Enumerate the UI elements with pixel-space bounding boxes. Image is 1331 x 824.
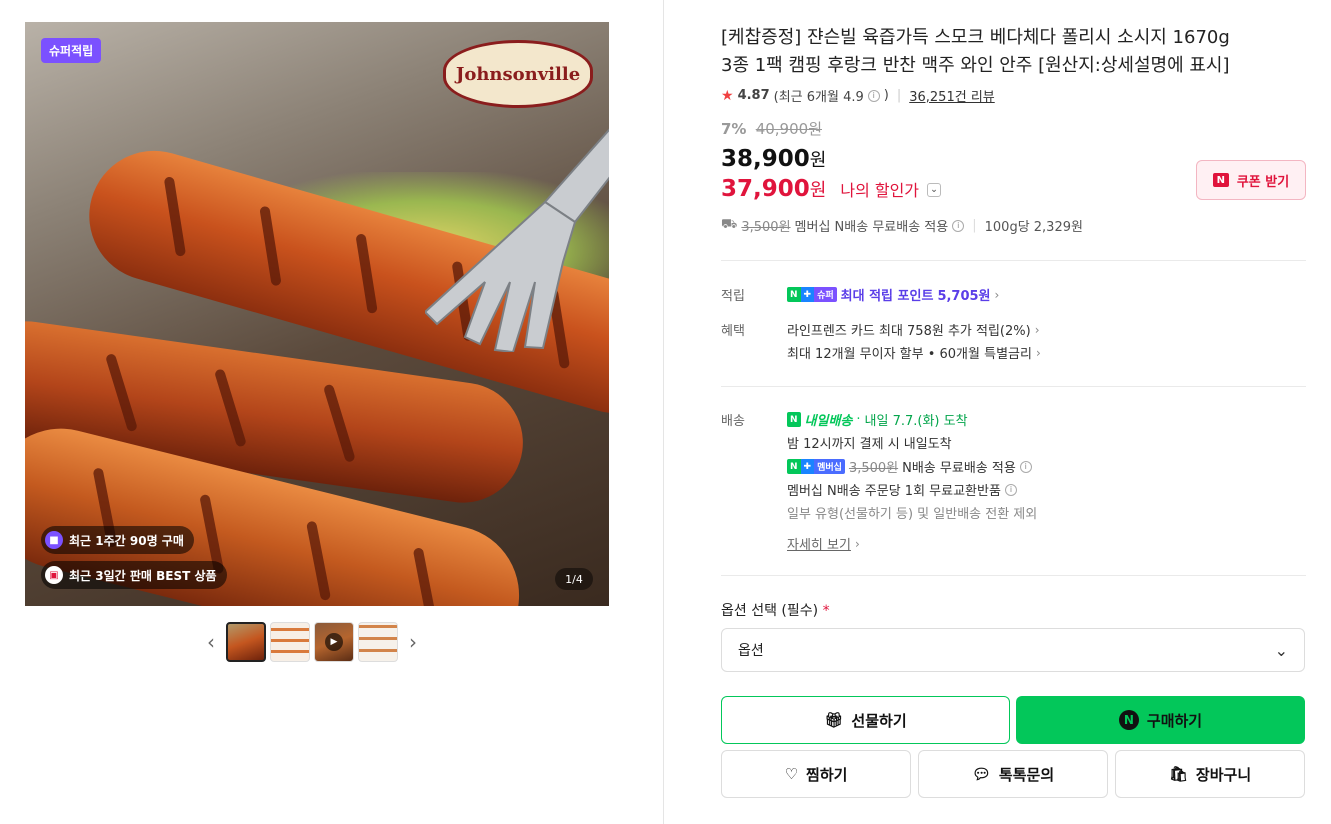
heart-icon: ♡	[784, 765, 799, 783]
cutoff-text: 밤 12시까지 결제 시 내일도착	[787, 437, 952, 452]
naver-plus-super-badge: N ✚ 슈퍼	[787, 287, 837, 302]
image-pager: 1/4	[555, 568, 593, 590]
chevron-down-icon[interactable]: ⌄	[927, 182, 942, 197]
chevron-right-icon: ›	[1034, 322, 1040, 337]
member-shipping: N ✚ 멤버십 3,500원 N배송 무료배송 적용 i	[787, 457, 1032, 476]
play-icon: ▶	[325, 633, 343, 651]
talk-inquiry-button[interactable]: 💬︎ 톡톡문의	[918, 750, 1108, 798]
naver-n-icon: N	[1212, 173, 1229, 187]
option-label: 옵션 선택 (필수) *	[721, 603, 830, 619]
prev-image-arrow-icon[interactable]: ‹	[200, 622, 222, 662]
chevron-right-icon: ›	[994, 287, 1000, 302]
review-count-link[interactable]: 36,251건 리뷰	[909, 86, 995, 105]
info-icon[interactable]: i	[1004, 483, 1017, 496]
gift-icon: ▣	[45, 566, 63, 584]
delivery-label: 배송	[721, 414, 745, 429]
naver-plus-membership-badge: N ✚ 멤버십	[787, 459, 845, 474]
brand-logo: Johnsonville	[443, 40, 593, 108]
points-label: 적립	[721, 289, 745, 304]
wishlist-button[interactable]: ♡ 찜하기	[721, 750, 911, 798]
chevron-right-icon: ›	[1035, 345, 1041, 360]
thumbnail-3-video[interactable]: ▶	[314, 622, 354, 662]
exclusion-text: 일부 유형(선물하기 등) 및 일반배송 전환 제외	[787, 507, 1038, 522]
gift-icon: 🎁︎	[824, 711, 844, 729]
naver-n-delivery-icon: N	[787, 412, 801, 427]
buy-button[interactable]: N 구매하기	[1016, 696, 1305, 744]
rating-row: ★ 4.87 (최근 6개월 4.9 i) | 36,251건 리뷰	[721, 86, 995, 106]
star-icon: ★	[721, 87, 734, 104]
next-image-arrow-icon[interactable]: ›	[402, 622, 424, 662]
exchange-text: 멤버십 N배송 주문당 1회 무료교환반품 i	[787, 480, 1017, 499]
divider	[721, 260, 1306, 261]
cart-button[interactable]: 🛍︎ 장바구니	[1115, 750, 1305, 798]
coupon-button[interactable]: N 쿠폰 받기	[1196, 160, 1306, 200]
divider	[721, 386, 1306, 387]
thumbnail-1[interactable]	[226, 622, 266, 662]
my-discount-price[interactable]: 37,900원 나의 할인가 ⌄	[721, 176, 942, 202]
shipping-summary: ⛟ 3,500원 멤버십 N배송 무료배송 적용 i | 100g당 2,329…	[721, 217, 1083, 235]
naver-n-icon: N	[1118, 710, 1139, 730]
delivery-more-link[interactable]: 자세히 보기 ›	[787, 534, 860, 554]
recent-purchase-pill: ■ 최근 1주간 90명 구매	[41, 526, 194, 554]
chat-bubble-icon: 💬︎	[971, 765, 991, 783]
main-product-image[interactable]: Johnsonville 슈퍼적립 ■ 최근 1주간 90명 구매 ▣ 최근 3…	[25, 22, 609, 606]
thumbnail-2[interactable]	[270, 622, 310, 662]
shopping-bag-icon: 🛍︎	[1168, 765, 1188, 783]
product-gallery: Johnsonville 슈퍼적립 ■ 최근 1주간 90명 구매 ▣ 최근 3…	[0, 0, 664, 824]
best-seller-pill: ▣ 최근 3일간 판매 BEST 상품	[41, 561, 227, 589]
chevron-down-icon: ⌄	[1274, 640, 1288, 660]
tomorrow-delivery: N 내일배송 · 내일 7.7.(화) 도착	[787, 410, 968, 429]
product-title: [케찹증정] 쟌슨빌 육즙가득 스모크 베다체다 폴리시 소시지 1670g 3…	[721, 27, 1230, 76]
divider	[721, 575, 1306, 576]
gift-button[interactable]: 🎁︎ 선물하기	[721, 696, 1010, 744]
installment-link[interactable]: 최대 12개월 무이자 할부 • 60개월 특별금리 ›	[787, 343, 1041, 363]
bag-icon: ■	[45, 531, 63, 549]
chevron-right-icon: ›	[854, 536, 860, 551]
benefit-label: 혜택	[721, 324, 745, 339]
card-benefit-link[interactable]: 라인프렌즈 카드 최대 758원 추가 적립(2%) ›	[787, 320, 1040, 340]
truck-icon: ⛟	[721, 217, 738, 232]
info-icon[interactable]: i	[952, 219, 965, 232]
max-points-link[interactable]: N ✚ 슈퍼 최대 적립 포인트 5,705원 ›	[787, 285, 999, 304]
info-icon[interactable]: i	[867, 89, 880, 102]
option-select[interactable]: 옵션 ⌄	[721, 628, 1305, 672]
thumbnail-4[interactable]	[358, 622, 398, 662]
super-point-badge: 슈퍼적립	[41, 38, 102, 63]
info-icon[interactable]: i	[1019, 460, 1032, 473]
fork-image-part	[425, 128, 609, 352]
sale-price: 38,900원	[721, 146, 827, 172]
discount-row: 7% 40,900원	[721, 120, 822, 138]
thumbnail-strip: ‹ ▶ ›	[200, 622, 440, 662]
